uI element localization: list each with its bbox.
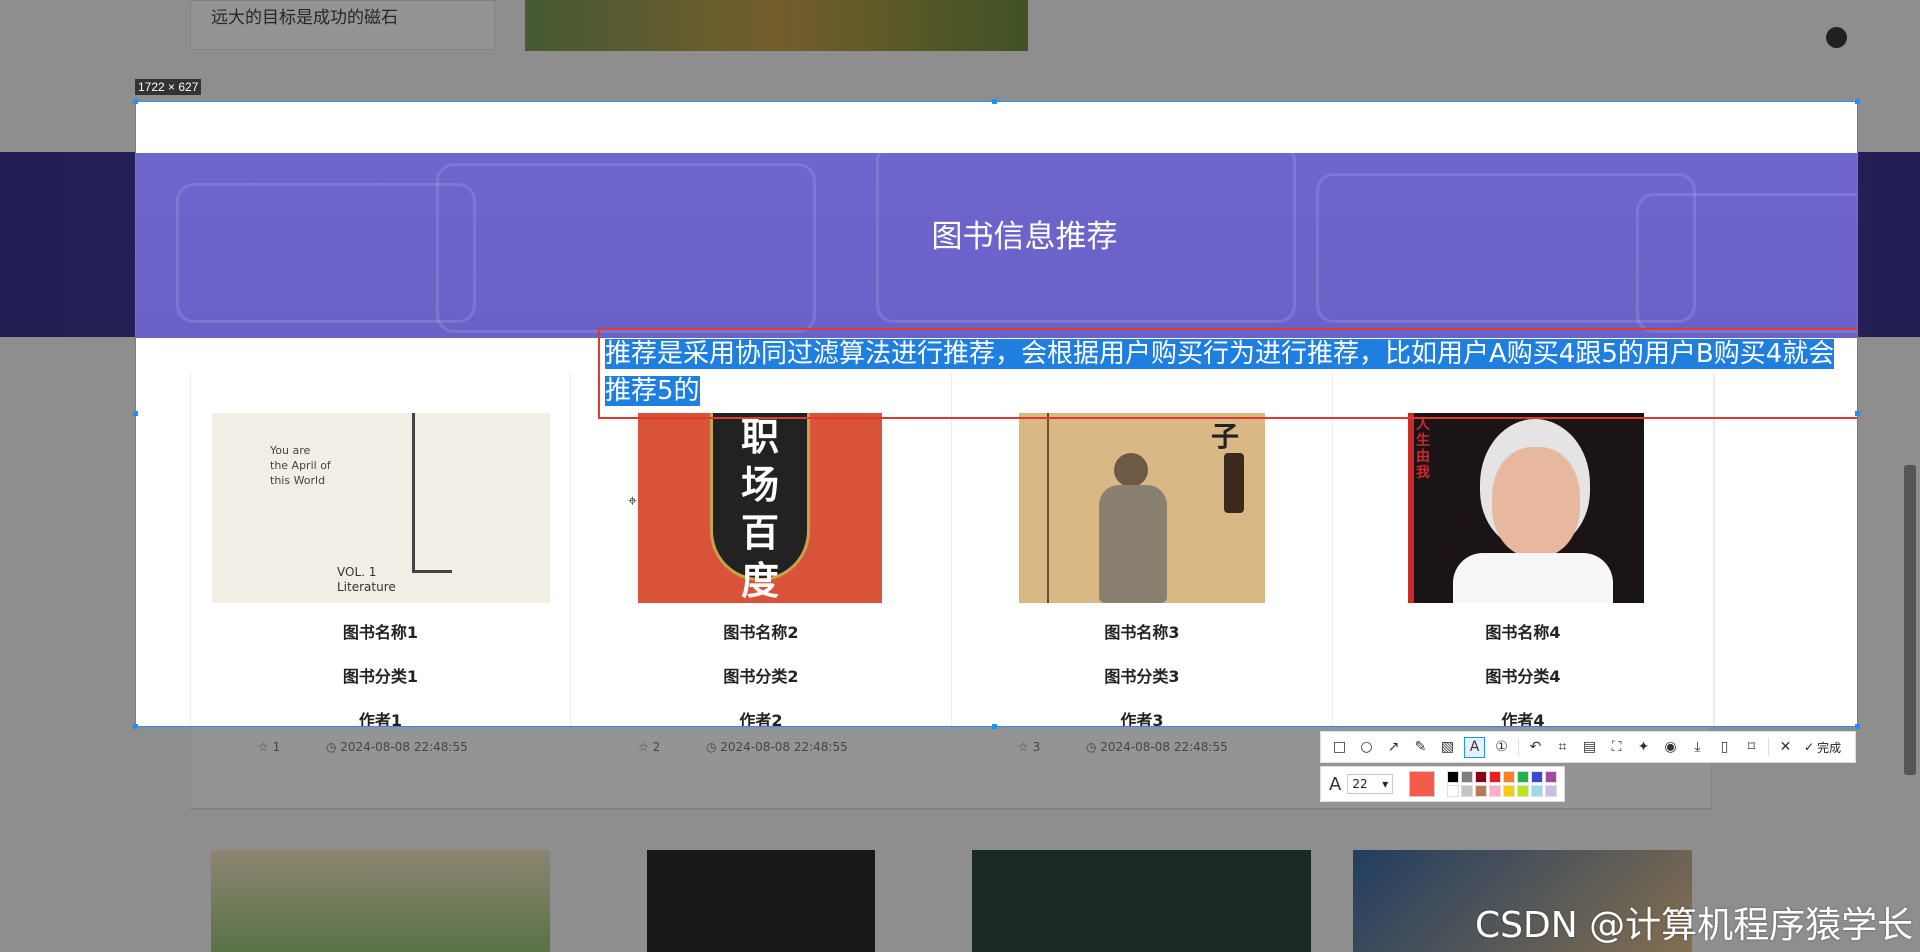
color-swatch[interactable] [1489,785,1502,797]
book-name[interactable]: 图书名称1 [191,619,570,643]
watermark: CSDN @计算机程序猿学长 [1475,905,1914,946]
color-swatch[interactable] [1531,785,1544,797]
text-tool-icon[interactable]: A [1464,736,1485,758]
resize-handle-br[interactable] [1855,724,1860,729]
book-author: 作者1 [358,711,403,727]
done-button[interactable]: ✓ 完成 [1804,739,1841,756]
mosaic-tool-icon[interactable]: ▧ [1437,737,1458,758]
resize-handle-r[interactable] [1855,411,1860,416]
banner: 图书信息推荐 [136,153,1857,338]
book-cover-4[interactable]: 人生由我 [1408,413,1644,603]
copy-icon[interactable]: ▯ [1714,737,1735,758]
close-icon[interactable]: ✕ [1775,737,1796,758]
color-swatch[interactable] [1517,771,1530,783]
crosshair-cursor-icon: ⌖ [628,491,638,510]
book-author: 作者2 [739,711,783,727]
color-swatch[interactable] [1545,771,1558,783]
color-swatch[interactable] [1545,785,1558,797]
resize-handle-t[interactable] [992,99,997,104]
book-category: 图书分类4 [1485,667,1561,686]
book-cover-1[interactable]: You are the April of this World VOL. 1 L… [212,413,550,603]
bookmark-icon[interactable]: ⌑ [1741,737,1762,758]
book-author: 作者4 [1501,711,1545,727]
check-icon: ✓ [1804,740,1815,754]
capture-size-label: 1722 × 627 [135,79,202,95]
crop-icon[interactable]: ⌗ [1552,737,1573,758]
pen-tool-icon[interactable]: ✎ [1410,737,1431,758]
color-swatch[interactable] [1531,771,1544,783]
book-name[interactable]: 图书名称2 [571,619,951,643]
book-card-2[interactable]: 职场百度 图书名称2 图书分类2 作者2 [571,373,952,727]
book-cover-3[interactable]: 子 [1019,413,1265,603]
book-card-1[interactable]: You are the April of this World VOL. 1 L… [190,373,571,727]
color-swatch[interactable] [1447,785,1460,797]
book-category: 图书分类3 [1104,667,1180,686]
color-swatch[interactable] [1461,771,1474,783]
resize-handle-tr[interactable] [1855,99,1860,104]
color-swatch[interactable] [1503,771,1516,783]
book-category: 图书分类2 [723,667,799,686]
color-swatch[interactable] [1447,771,1460,783]
book-author: 作者3 [1120,711,1164,727]
number-tool-icon[interactable]: ① [1491,737,1512,758]
color-swatch[interactable] [1503,785,1516,797]
book-name[interactable]: 图书名称4 [1333,619,1713,643]
text-annotation-box[interactable]: 推荐是采用协同过滤算法进行推荐，会根据用户购买行为进行推荐，比如用户A购买4跟5… [598,328,1857,419]
scroll-capture-icon[interactable]: ⛶ [1606,737,1627,758]
book-card-3[interactable]: 子 图书名称3 图书分类3 作者3 [952,373,1333,727]
color-swatch[interactable] [1475,785,1488,797]
font-size-select[interactable]: 22 ▾ [1347,774,1394,794]
ellipse-tool-icon[interactable]: ○ [1356,737,1377,758]
record-icon[interactable]: ◉ [1660,737,1681,758]
color-swatch[interactable] [1461,785,1474,797]
text-style-bar: A 22 ▾ [1320,766,1565,802]
pin-icon[interactable]: ✦ [1633,737,1654,758]
resize-handle-tl[interactable] [133,99,138,104]
book-card-4[interactable]: 人生由我 图书名称4 图书分类4 作者4 [1333,373,1714,727]
current-color-swatch[interactable] [1409,771,1436,797]
color-palette [1447,771,1558,797]
book-name[interactable]: 图书名称3 [952,619,1332,643]
resize-handle-b[interactable] [992,724,997,729]
font-icon: A [1329,773,1342,795]
resize-handle-bl[interactable] [133,724,138,729]
scrollbar-thumb[interactable] [1904,465,1916,775]
resize-handle-l[interactable] [133,411,138,416]
ocr-icon[interactable]: ▤ [1579,737,1600,758]
arrow-tool-icon[interactable]: ↗ [1383,737,1404,758]
color-swatch[interactable] [1489,771,1502,783]
capture-region[interactable]: 图书信息推荐 You are the April of this World V… [135,101,1858,727]
annotation-toolbar: □ ○ ↗ ✎ ▧ A ① ↶ ⌗ ▤ ⛶ ✦ ◉ ⤓ ▯ ⌑ ✕ ✓ 完成 [1320,731,1856,763]
color-swatch[interactable] [1475,771,1488,783]
book-category: 图书分类1 [342,667,419,686]
book-cover-2[interactable]: 职场百度 [638,413,882,603]
download-icon[interactable]: ⤓ [1687,737,1708,758]
rectangle-tool-icon[interactable]: □ [1329,737,1350,758]
annotation-text[interactable]: 推荐是采用协同过滤算法进行推荐，会根据用户购买行为进行推荐，比如用户A购买4跟5… [605,336,1857,410]
chevron-down-icon: ▾ [1382,777,1389,791]
undo-icon[interactable]: ↶ [1525,737,1546,758]
color-swatch[interactable] [1517,785,1530,797]
banner-title: 图书信息推荐 [931,219,1118,255]
